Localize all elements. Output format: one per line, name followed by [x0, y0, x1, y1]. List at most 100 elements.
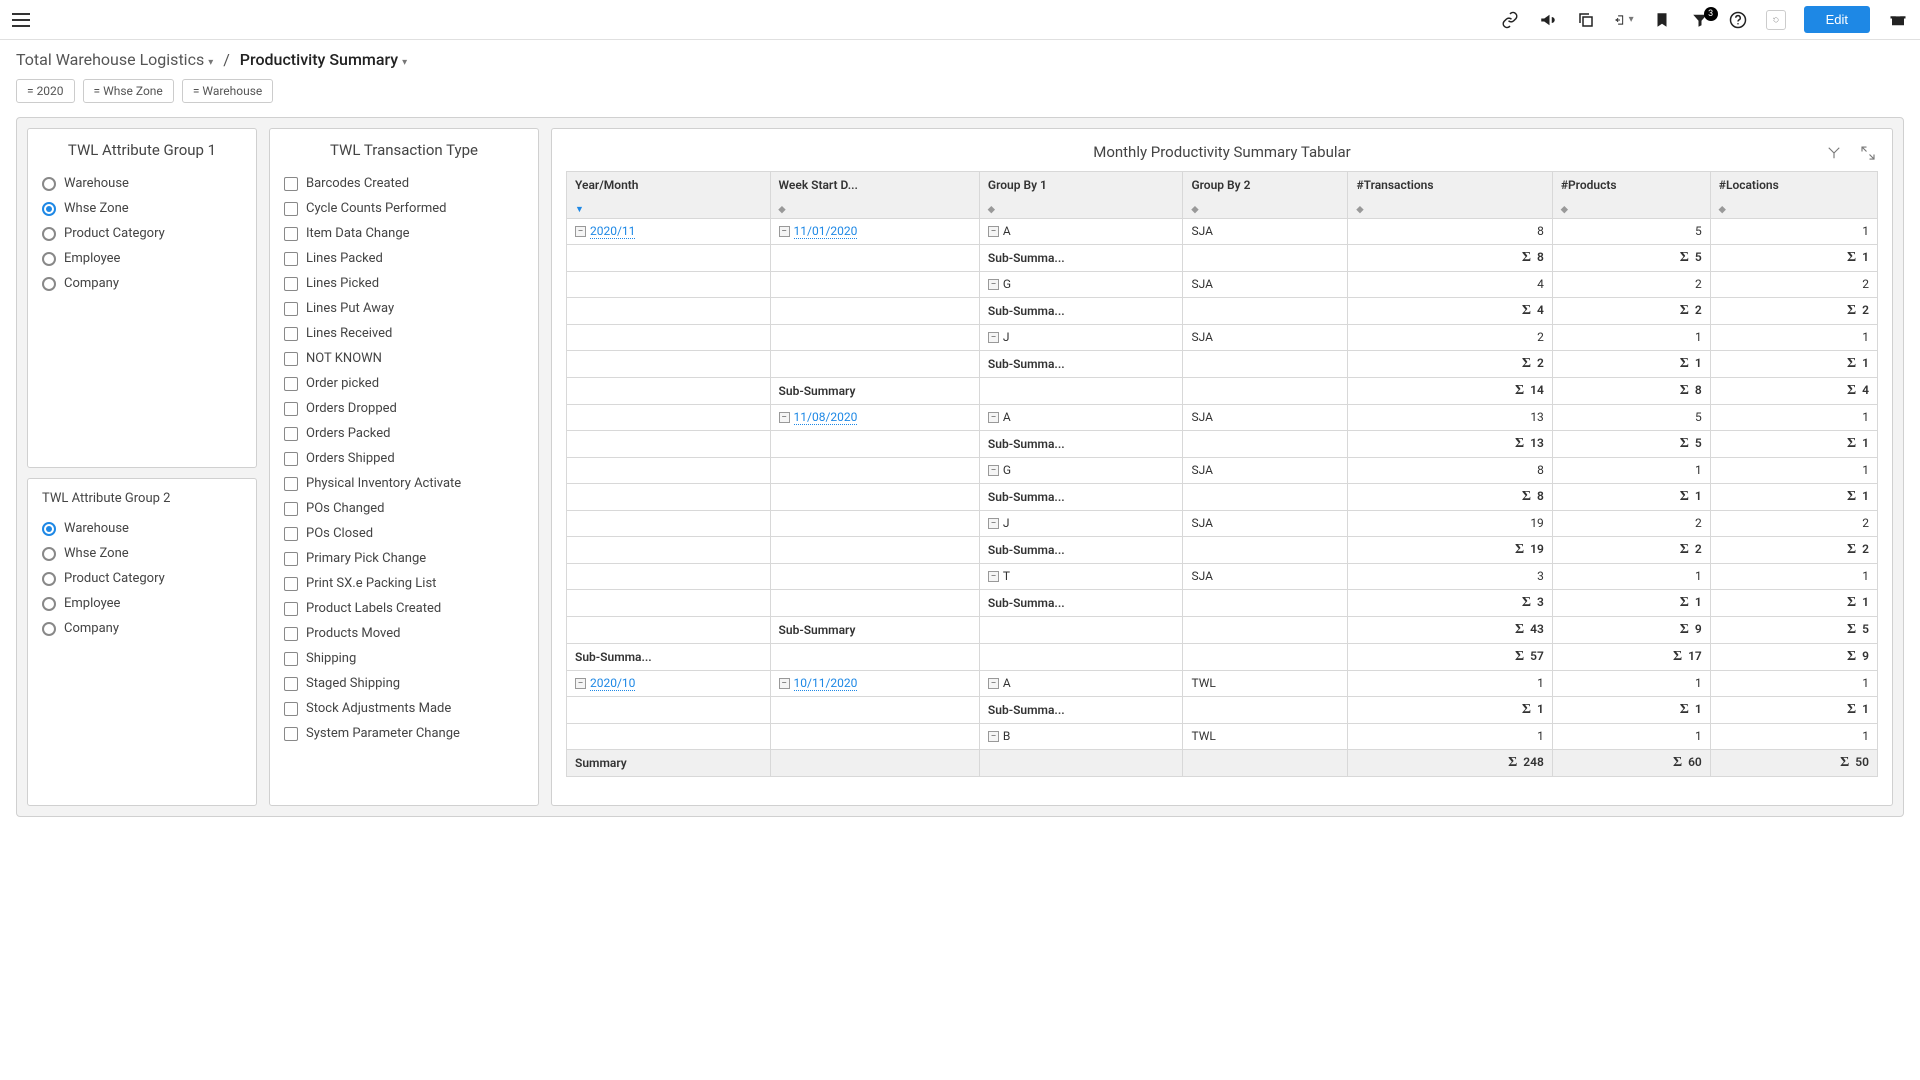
trans-type-option[interactable]: POs Changed	[284, 496, 524, 521]
column-sort[interactable]: ◆	[1348, 198, 1552, 219]
trans-type-option[interactable]: Barcodes Created	[284, 171, 524, 196]
edit-button[interactable]: Edit	[1804, 6, 1870, 33]
group2-option[interactable]: Whse Zone	[42, 541, 242, 566]
trans-type-option[interactable]: Products Moved	[284, 621, 524, 646]
checkbox-label: Product Labels Created	[306, 601, 441, 616]
group2-option[interactable]: Company	[42, 616, 242, 641]
column-sort[interactable]: ◆	[1552, 198, 1710, 219]
group1-option[interactable]: Whse Zone	[42, 196, 242, 221]
breadcrumb-current[interactable]: Productivity Summary▾	[240, 50, 407, 69]
column-sort[interactable]: ◆	[1710, 198, 1877, 219]
cell-metric: 8	[1348, 457, 1552, 483]
column-header[interactable]: #Products	[1552, 172, 1710, 198]
refresh-button[interactable]	[1766, 10, 1786, 30]
group2-option[interactable]: Product Category	[42, 566, 242, 591]
group2-option[interactable]: Employee	[42, 591, 242, 616]
group1-option[interactable]: Company	[42, 271, 242, 296]
trans-type-option[interactable]: NOT KNOWN	[284, 346, 524, 371]
trans-type-option[interactable]: Order picked	[284, 371, 524, 396]
cell-group1: −G	[979, 271, 1183, 297]
cell-group1: Sub-Summa...	[979, 696, 1183, 723]
collapse-icon[interactable]: −	[988, 226, 999, 237]
group1-option[interactable]: Product Category	[42, 221, 242, 246]
collapse-icon[interactable]: −	[988, 465, 999, 476]
panel-title: TWL Attribute Group 1	[42, 141, 242, 159]
group1-option[interactable]: Warehouse	[42, 171, 242, 196]
breadcrumb-root[interactable]: Total Warehouse Logistics▾	[16, 50, 213, 69]
collapse-icon[interactable]: −	[779, 412, 790, 423]
group2-option[interactable]: Warehouse	[42, 516, 242, 541]
cell-week: Sub-Summary	[770, 616, 979, 643]
collapse-icon[interactable]: −	[779, 226, 790, 237]
trans-type-option[interactable]: Lines Picked	[284, 271, 524, 296]
trans-type-option[interactable]: Orders Dropped	[284, 396, 524, 421]
column-sort[interactable]: ◆	[979, 198, 1183, 219]
column-sort[interactable]: ◆	[1183, 198, 1348, 219]
filter-chip[interactable]: = 2020	[16, 79, 75, 103]
trans-type-option[interactable]: Cycle Counts Performed	[284, 196, 524, 221]
trans-type-option[interactable]: Orders Packed	[284, 421, 524, 446]
bookmark-icon[interactable]	[1652, 10, 1672, 30]
cell-group2	[1183, 483, 1348, 510]
collapse-icon[interactable]: −	[988, 279, 999, 290]
checkbox-label: Lines Packed	[306, 251, 383, 266]
cell-metric: 1	[1710, 563, 1877, 589]
cell-metric: Σ 1	[1348, 696, 1552, 723]
copy-icon[interactable]	[1576, 10, 1596, 30]
trans-type-option[interactable]: Lines Packed	[284, 246, 524, 271]
cell-week	[770, 723, 979, 749]
export-icon[interactable]: ▾	[1614, 10, 1634, 30]
trans-type-option[interactable]: Physical Inventory Activate	[284, 471, 524, 496]
radio-icon	[42, 572, 56, 586]
trans-type-option[interactable]: POs Closed	[284, 521, 524, 546]
trans-type-option[interactable]: Staged Shipping	[284, 671, 524, 696]
filter-chip[interactable]: = Warehouse	[182, 79, 274, 103]
briefcase-icon[interactable]	[1888, 10, 1908, 30]
trans-type-option[interactable]: System Parameter Change	[284, 721, 524, 746]
cell-metric: 1	[1710, 723, 1877, 749]
link-icon[interactable]	[1500, 10, 1520, 30]
column-header[interactable]: Year/Month	[567, 172, 771, 198]
download-icon[interactable]	[1824, 143, 1844, 163]
collapse-icon[interactable]: −	[988, 571, 999, 582]
cell-metric: Σ 1	[1710, 430, 1877, 457]
announce-icon[interactable]	[1538, 10, 1558, 30]
trans-type-option[interactable]: Stock Adjustments Made	[284, 696, 524, 721]
trans-type-option[interactable]: Item Data Change	[284, 221, 524, 246]
collapse-icon[interactable]: −	[575, 226, 586, 237]
cell-yearmonth	[567, 271, 771, 297]
column-header[interactable]: Week Start D...	[770, 172, 979, 198]
column-header[interactable]: Group By 2	[1183, 172, 1348, 198]
cell-yearmonth	[567, 589, 771, 616]
cell-group2	[1183, 350, 1348, 377]
column-sort[interactable]: ▼	[567, 198, 771, 219]
menu-icon[interactable]	[12, 8, 36, 32]
column-header[interactable]: #Locations	[1710, 172, 1877, 198]
filter-icon[interactable]: 3	[1690, 10, 1710, 30]
trans-type-option[interactable]: Print SX.e Packing List	[284, 571, 524, 596]
help-icon[interactable]	[1728, 10, 1748, 30]
trans-type-option[interactable]: Orders Shipped	[284, 446, 524, 471]
trans-type-option[interactable]: Product Labels Created	[284, 596, 524, 621]
collapse-icon[interactable]: −	[988, 518, 999, 529]
collapse-icon[interactable]: −	[988, 412, 999, 423]
trans-type-option[interactable]: Primary Pick Change	[284, 546, 524, 571]
filter-chip[interactable]: = Whse Zone	[83, 79, 174, 103]
collapse-icon[interactable]: −	[575, 678, 586, 689]
group1-option[interactable]: Employee	[42, 246, 242, 271]
cell-week	[770, 271, 979, 297]
column-header[interactable]: Group By 1	[979, 172, 1183, 198]
trans-type-option[interactable]: Lines Received	[284, 321, 524, 346]
collapse-icon[interactable]: −	[988, 332, 999, 343]
collapse-icon[interactable]: −	[988, 731, 999, 742]
column-header[interactable]: #Transactions	[1348, 172, 1552, 198]
collapse-icon[interactable]: −	[988, 678, 999, 689]
collapse-icon[interactable]: −	[779, 678, 790, 689]
radio-icon	[42, 597, 56, 611]
column-sort[interactable]: ◆	[770, 198, 979, 219]
cell-metric: Σ 1	[1552, 350, 1710, 377]
expand-icon[interactable]	[1858, 143, 1878, 163]
trans-type-option[interactable]: Lines Put Away	[284, 296, 524, 321]
trans-type-option[interactable]: Shipping	[284, 646, 524, 671]
checkbox-icon	[284, 452, 298, 466]
